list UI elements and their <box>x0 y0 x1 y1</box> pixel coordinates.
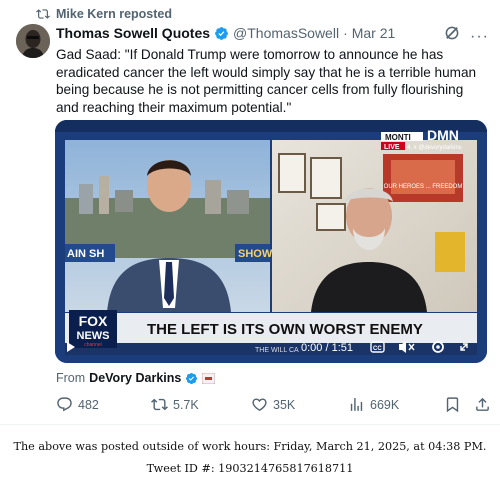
show-label-right: SHOW <box>238 248 273 260</box>
separator-dot: · <box>343 25 348 41</box>
heart-icon <box>252 398 267 411</box>
retweet-icon <box>151 398 168 411</box>
network-logo-sub: channel <box>84 342 102 348</box>
repost-indicator[interactable]: Mike Kern reposted <box>36 7 172 21</box>
footer-note: The above was posted outside of work hou… <box>0 436 500 480</box>
author-handle[interactable]: @ThomasSowell <box>233 25 339 41</box>
live-label: LIVE <box>384 144 400 151</box>
like-count: 35K <box>273 397 296 412</box>
repost-count: 5.7K <box>173 397 199 412</box>
author-name[interactable]: Thomas Sowell Quotes <box>56 25 210 41</box>
views-chart-icon <box>350 398 363 411</box>
post-date[interactable]: Mar 21 <box>352 25 396 41</box>
source-verified-badge-icon <box>186 372 198 384</box>
repost-text: Mike Kern reposted <box>56 7 173 21</box>
network-logo-top: FOX <box>79 313 108 329</box>
tweet-text: Gad Saad: "If Donald Trump were tomorrow… <box>56 47 477 115</box>
reply-icon <box>57 397 72 412</box>
avatar-portrait <box>16 24 50 58</box>
action-bar: 482 5.7K 35K 669K <box>56 396 490 416</box>
poster-text: OUR HEROES ... FREEDOM <box>384 184 463 190</box>
verified-badge-icon <box>215 26 228 40</box>
more-options-icon[interactable]: ··· <box>470 28 489 46</box>
corner-label: MONTI <box>385 133 411 142</box>
avatar[interactable] <box>16 24 50 58</box>
video-time: 0:00 / 1:51 <box>301 342 353 354</box>
corner-handle: 4. x @devorydarkins <box>407 145 462 151</box>
source-name[interactable]: DeVory Darkins <box>89 371 181 385</box>
chyron-text: THE LEFT IS ITS OWN WORST ENEMY <box>147 321 423 338</box>
video-player[interactable]: OUR HEROES ... FREEDOM MONTI DMN LIVE 4.… <box>55 120 487 363</box>
show-label-left: AIN SH <box>67 248 104 260</box>
from-label: From <box>56 371 86 385</box>
view-count: 669K <box>370 397 400 412</box>
like-button[interactable]: 35K <box>251 396 295 413</box>
share-button[interactable] <box>474 396 491 413</box>
video-frame: OUR HEROES ... FREEDOM MONTI DMN LIVE 4.… <box>55 120 487 363</box>
divider <box>0 424 500 425</box>
share-icon <box>476 397 489 411</box>
grok-icon[interactable] <box>443 24 461 42</box>
corner-logo: DMN <box>427 127 459 143</box>
video-source: From DeVory Darkins <box>56 371 216 385</box>
footer-line-2: Tweet ID #: 1903214765817618711 <box>146 462 354 475</box>
ticker-text: THE WILL CA <box>255 347 299 354</box>
repost-button[interactable]: 5.7K <box>151 396 199 413</box>
affiliate-badge-icon <box>202 372 216 384</box>
footer-line-1: The above was posted outside of work hou… <box>13 440 487 453</box>
bookmark-icon <box>446 397 459 413</box>
repost-icon <box>36 9 50 19</box>
network-logo-bottom: NEWS <box>77 330 110 342</box>
bookmark-button[interactable] <box>444 396 461 413</box>
views-button[interactable]: 669K <box>348 396 399 413</box>
svg-text:CC: CC <box>373 346 382 352</box>
reply-button[interactable]: 482 <box>56 396 99 413</box>
reply-count: 482 <box>78 397 99 412</box>
